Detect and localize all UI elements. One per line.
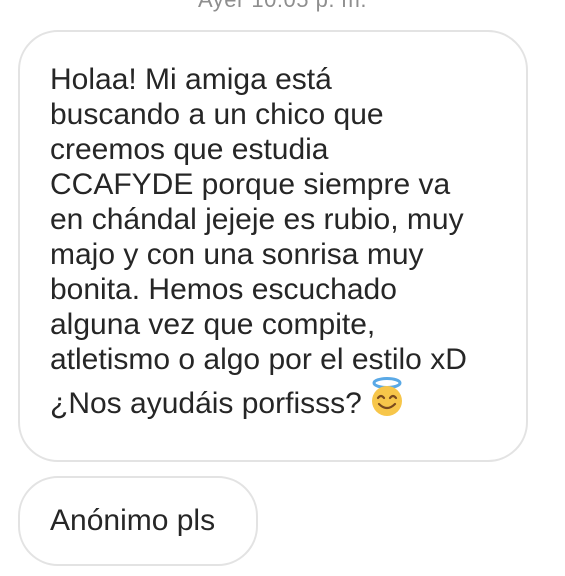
message-bubble[interactable]: Anónimo pls <box>18 476 258 566</box>
message-bubble[interactable]: Holaa! Mi amiga está buscando a un chico… <box>18 30 528 462</box>
smiling-face-with-halo-icon <box>368 377 406 422</box>
message-text: Anónimo pls <box>50 504 216 537</box>
message-timestamp: Ayer 10:05 p. m. <box>0 0 565 13</box>
message-text: Holaa! Mi amiga está buscando a un chico… <box>50 63 467 420</box>
